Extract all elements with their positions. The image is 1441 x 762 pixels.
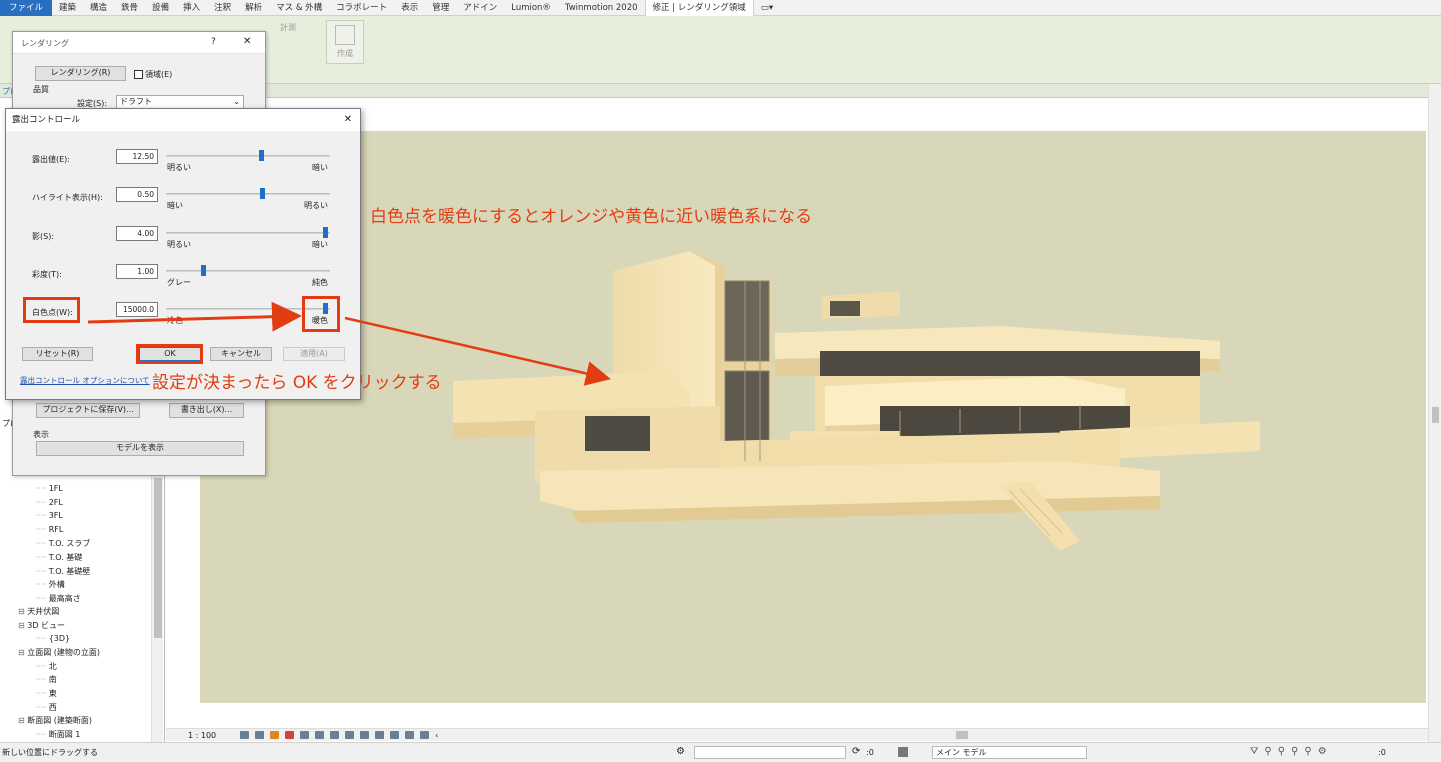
annotation-click-ok: 設定が決まったら OK をクリックする [152,373,442,393]
annotation-warm-white-point: 白色点を暖色にするとオレンジや黄色に近い暖色系になる [370,207,813,227]
